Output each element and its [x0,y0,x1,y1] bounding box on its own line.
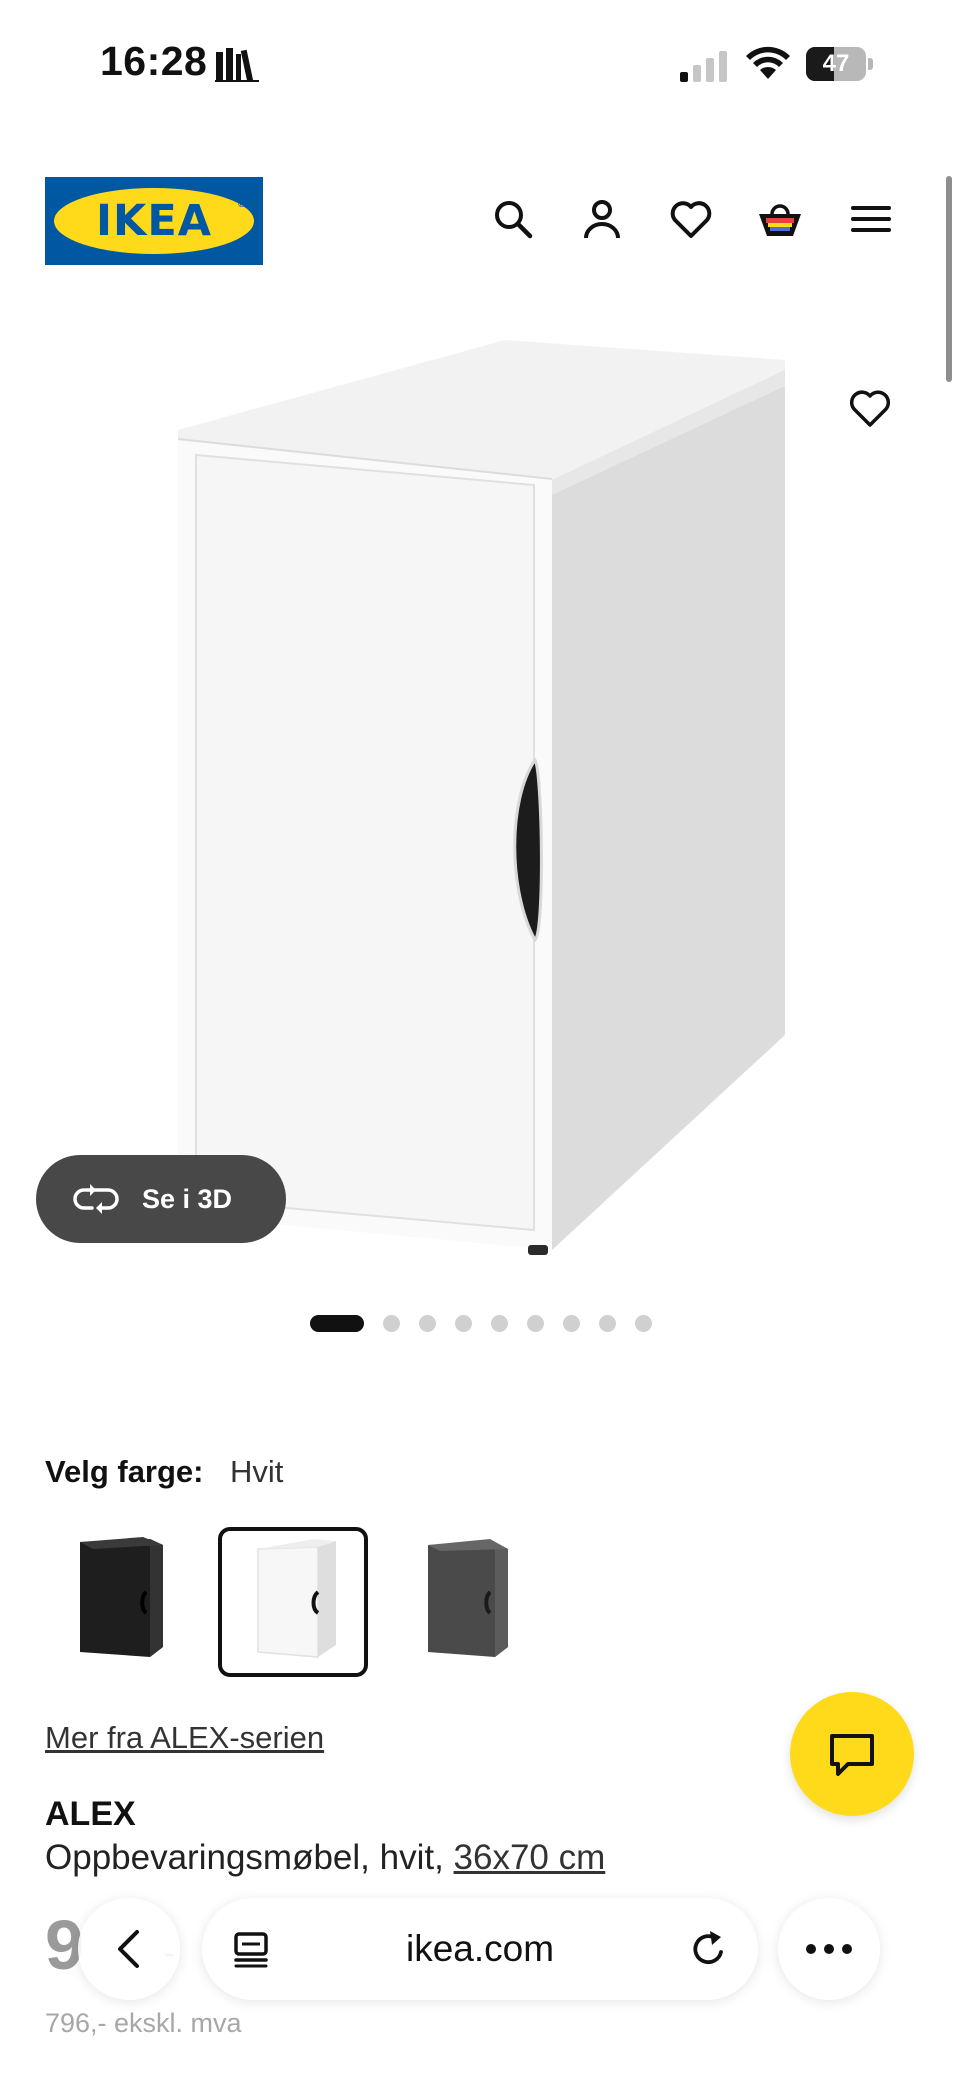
books-icon [215,48,259,82]
product-description-text: Oppbevaringsmøbel, hvit, [45,1838,444,1877]
series-link[interactable]: Mer fra ALEX-serien [45,1720,324,1756]
gallery-dot[interactable] [310,1315,364,1332]
reader-tabs-icon[interactable] [232,1930,270,1968]
basket-icon[interactable] [757,196,803,242]
wifi-icon [746,46,790,79]
color-swatch-black[interactable] [45,1527,195,1677]
see-in-3d-button[interactable]: Se i 3D [36,1155,286,1243]
heart-icon[interactable] [668,196,714,242]
product-image[interactable] [170,330,800,1270]
color-swatch-grey[interactable] [390,1527,540,1677]
battery-icon: 47 [806,47,874,81]
registered-mark-icon: ® [238,199,246,210]
user-icon[interactable] [579,196,625,242]
price-excl-vat: 796,- ekskl. mva [45,2008,242,2038]
battery-percent: 47 [822,50,850,77]
logo-text: IKEA [96,196,212,246]
chat-icon [830,1734,874,1776]
reload-icon[interactable] [688,1928,730,1970]
gallery-dot[interactable] [383,1315,400,1332]
menu-icon[interactable] [848,196,894,242]
page-scrollbar[interactable] [946,176,952,382]
color-label: Velg farge: [45,1454,204,1489]
gallery-dot[interactable] [419,1315,436,1332]
signal-icon [680,51,727,82]
grey-cabinet-thumbnail [428,1539,508,1657]
battery-cap [868,58,873,70]
chevron-left-icon [118,1930,139,1968]
white-cabinet-thumbnail [257,1539,336,1658]
more-dots-icon [806,1944,852,1954]
gallery-dot[interactable] [455,1315,472,1332]
gallery-dot[interactable] [527,1315,544,1332]
status-time: 16:28 [100,38,208,84]
search-icon[interactable] [490,196,536,242]
ikea-logo[interactable]: IKEA ® [45,177,263,265]
url-text[interactable]: ikea.com [292,1898,668,2000]
favorite-product-icon[interactable] [848,387,892,429]
status-bar: 16:28 47 [0,0,960,130]
gallery-dot[interactable] [635,1315,652,1332]
size-link[interactable]: 36x70 cm [454,1838,606,1877]
selected-color: Hvit [230,1454,284,1489]
color-swatch-white[interactable] [218,1527,368,1677]
gallery-dot[interactable] [563,1315,580,1332]
product-description: Oppbevaringsmøbel, hvit, 36x70 cm [45,1838,605,1878]
gallery-dot[interactable] [599,1315,616,1332]
address-bar[interactable]: ikea.com [202,1898,758,2000]
product-name: ALEX [45,1795,136,1833]
browser-back-button[interactable] [78,1898,180,2000]
browser-more-button[interactable] [778,1898,880,2000]
chat-button[interactable] [790,1692,914,1816]
black-cabinet-thumbnail [80,1537,163,1657]
gallery-dot[interactable] [491,1315,508,1332]
see-in-3d-label: Se i 3D [142,1184,233,1214]
rotate-3d-icon [73,1184,119,1214]
